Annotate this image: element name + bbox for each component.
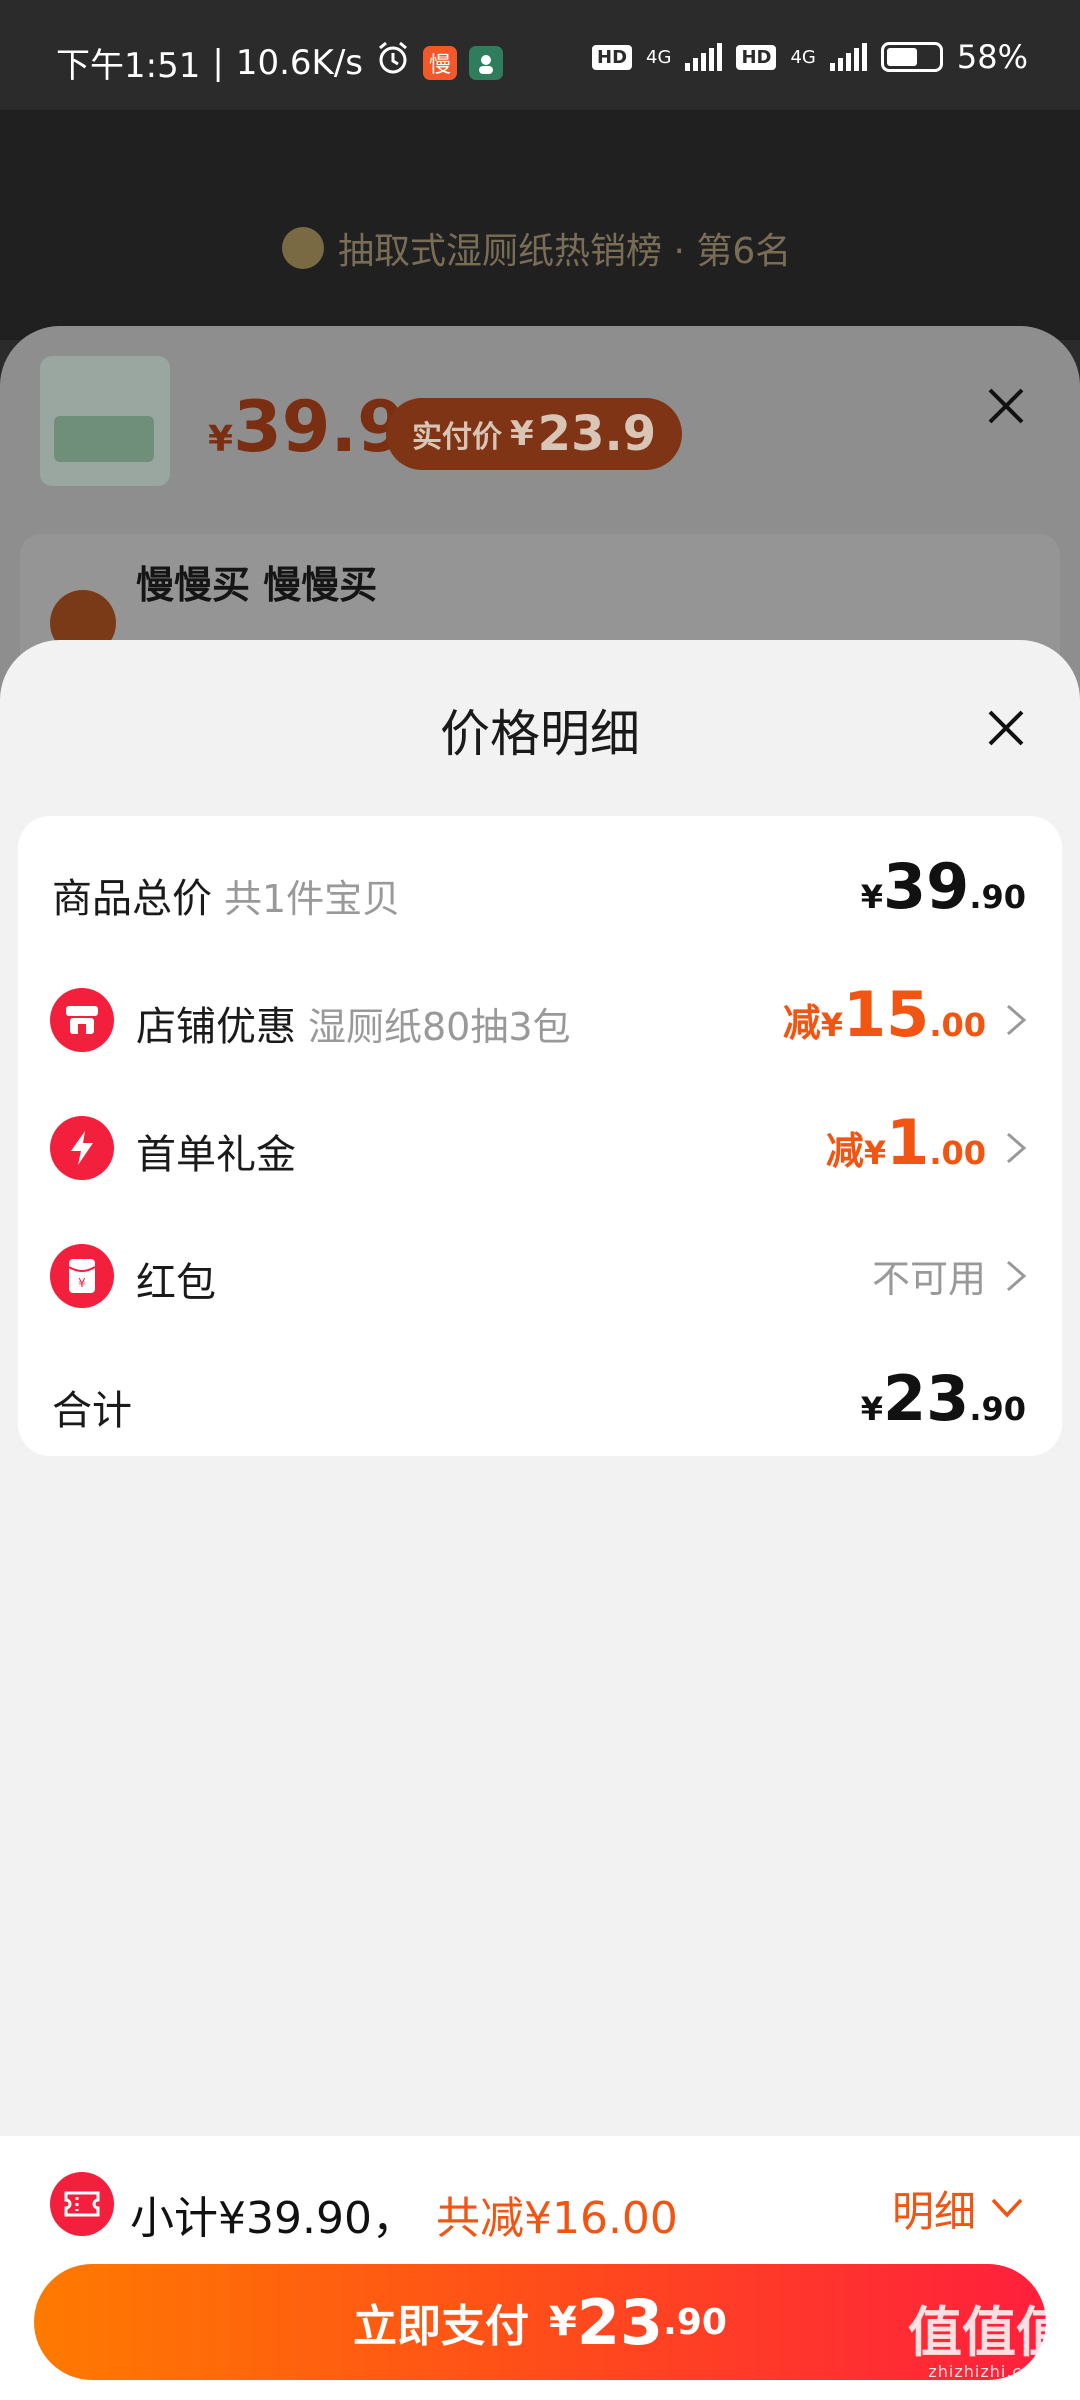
amount-int: 39: [883, 850, 970, 923]
lightning-icon: [50, 1116, 114, 1180]
sku-price-value: 39.9: [233, 386, 406, 468]
row-shop-discount[interactable]: 店铺优惠 湿厕纸80抽3包 减¥15.00: [18, 956, 1062, 1084]
app-avatar-icon: [469, 45, 503, 80]
svg-text:¥: ¥: [78, 1276, 86, 1290]
total-saved: 共减¥16.00: [435, 2193, 678, 2244]
goods-total-amount: ¥39.90: [861, 850, 1026, 940]
minus-prefix: 减: [782, 1001, 821, 1045]
amount-dec: .90: [969, 1390, 1026, 1428]
total-amount: ¥23.90: [861, 1362, 1026, 1452]
detail-toggle-button[interactable]: 明细: [892, 2180, 1024, 2236]
watermark: 值值值 zhizhizhi.com: [908, 2306, 1070, 2380]
pay-int: 23: [576, 2285, 664, 2359]
status-left: 下午1:51 | 10.6K/s 慢: [56, 38, 503, 87]
network-type-2: 4G: [790, 46, 816, 68]
sku-price-symbol: ¥: [208, 419, 234, 460]
first-order-amount: 减¥1.00: [826, 1106, 986, 1196]
status-separator: |: [212, 42, 224, 83]
pay-yen: ¥: [549, 2299, 577, 2345]
yen-symbol: ¥: [860, 1390, 884, 1428]
watermark-sub: zhizhizhi.com: [928, 2362, 1050, 2381]
sku-pay-symbol: ¥: [510, 414, 534, 454]
hd-badge: HD: [592, 44, 633, 70]
amount-dec: .00: [929, 1006, 986, 1044]
red-envelope-icon: ¥: [50, 1244, 114, 1308]
subtotal-value: 小计¥39.90，: [130, 2193, 416, 2244]
battery-level: 58%: [956, 38, 1028, 76]
pay-dec: .90: [663, 2301, 727, 2343]
coupon-icon: [50, 2172, 114, 2236]
row-total: 合计 ¥23.90: [18, 1340, 1062, 1468]
signal-icon: [685, 43, 723, 71]
amount-orange: 减¥1.00: [826, 1106, 986, 1179]
chevron-right-icon: [1007, 1260, 1027, 1292]
amount-dec: .00: [929, 1134, 986, 1172]
red-envelope-label: 红包: [136, 1260, 216, 1306]
battery-icon: [880, 42, 943, 72]
row-label: 合计: [52, 1378, 132, 1436]
sku-pay-label: 实付价: [412, 420, 502, 455]
yen-symbol: ¥: [863, 1134, 887, 1172]
chevron-right-icon: [1007, 1132, 1027, 1164]
first-order-label: 首单礼金: [136, 1132, 296, 1178]
sheet-title: 价格明细: [440, 705, 640, 763]
goods-total-label: 商品总价: [52, 876, 212, 922]
row-red-envelope[interactable]: ¥ 红包 不可用: [18, 1212, 1062, 1340]
network-type: 4G: [646, 46, 672, 68]
shop-discount-amount: 减¥15.00: [783, 978, 986, 1068]
rank-text: 抽取式湿厕纸热销榜 · 第6名: [338, 231, 792, 272]
bottom-bar: 小计¥39.90， 共减¥16.00 明细 立即支付 ¥23.90 值值值 zhi…: [0, 2136, 1080, 2400]
status-right: HD 4G HD 4G 58%: [592, 38, 1028, 76]
amount-int: 15: [843, 978, 930, 1051]
sku-close-icon[interactable]: [984, 384, 1028, 428]
row-label: 店铺优惠 湿厕纸80抽3包: [136, 994, 571, 1052]
watermark-text: 值值值: [908, 2301, 1070, 2364]
amount-int: 23: [883, 1362, 970, 1435]
address-name: 慢慢买 慢慢买: [136, 563, 378, 607]
shop-discount-desc: 湿厕纸80抽3包: [308, 1005, 571, 1049]
price-detail-card: 商品总价共1件宝贝 ¥39.90 店铺优惠湿厕纸80抽3包 减¥15.00: [18, 816, 1062, 1456]
sku-price: ¥39.9: [208, 386, 406, 468]
alarm-icon: [375, 40, 411, 85]
chevron-down-icon: [991, 2198, 1023, 2218]
row-label: 商品总价 共1件宝贝: [52, 866, 400, 924]
row-label: 红包: [136, 1250, 216, 1308]
amount-dec: .90: [969, 878, 1026, 916]
amount-black: ¥39.90: [861, 850, 1026, 923]
signal-icon-2: [829, 43, 867, 71]
row-label: 首单礼金: [136, 1122, 296, 1180]
total-label: 合计: [52, 1388, 132, 1434]
hd-badge-2: HD: [736, 44, 777, 70]
amount-int: 1: [886, 1106, 930, 1179]
minus-prefix: 减: [825, 1129, 864, 1173]
row-goods-total: 商品总价 共1件宝贝 ¥39.90: [18, 828, 1062, 956]
sku-pay-price-badge: 实付价 ¥ 23.9: [386, 398, 683, 470]
store-icon: [50, 988, 114, 1052]
status-net-speed: 10.6K/s: [235, 42, 363, 83]
sku-pay-value: 23.9: [537, 406, 657, 462]
yen-symbol: ¥: [860, 878, 884, 916]
status-bar: 下午1:51 | 10.6K/s 慢 HD 4G HD 4G 58%: [0, 0, 1080, 110]
rank-banner: 抽取式湿厕纸热销榜 · 第6名: [282, 222, 791, 274]
product-thumbnail: [40, 356, 170, 486]
app-badge-icon: 慢: [423, 45, 457, 80]
detail-label: 明细: [891, 2186, 976, 2236]
amount-orange: 减¥15.00: [783, 978, 986, 1051]
subtotal-text: 小计¥39.90， 共减¥16.00: [130, 2182, 678, 2246]
medal-icon: [282, 227, 324, 269]
shop-discount-label: 店铺优惠: [136, 1004, 296, 1050]
pay-label: 立即支付: [353, 2301, 530, 2352]
chevron-right-icon: [1007, 1004, 1027, 1036]
red-envelope-status: 不可用: [872, 1248, 986, 1338]
goods-count: 共1件宝贝: [224, 877, 401, 921]
subtotal-row: 小计¥39.90， 共减¥16.00 明细: [0, 2136, 1080, 2250]
row-first-order-gift[interactable]: 首单礼金 减¥1.00: [18, 1084, 1062, 1212]
yen-symbol: ¥: [820, 1006, 844, 1044]
close-icon[interactable]: [984, 706, 1028, 750]
amount-black: ¥23.90: [861, 1362, 1026, 1435]
status-time: 下午1:51: [56, 46, 201, 86]
pay-now-button[interactable]: 立即支付 ¥23.90: [34, 2264, 1046, 2380]
unavailable-text: 不可用: [871, 1257, 986, 1301]
